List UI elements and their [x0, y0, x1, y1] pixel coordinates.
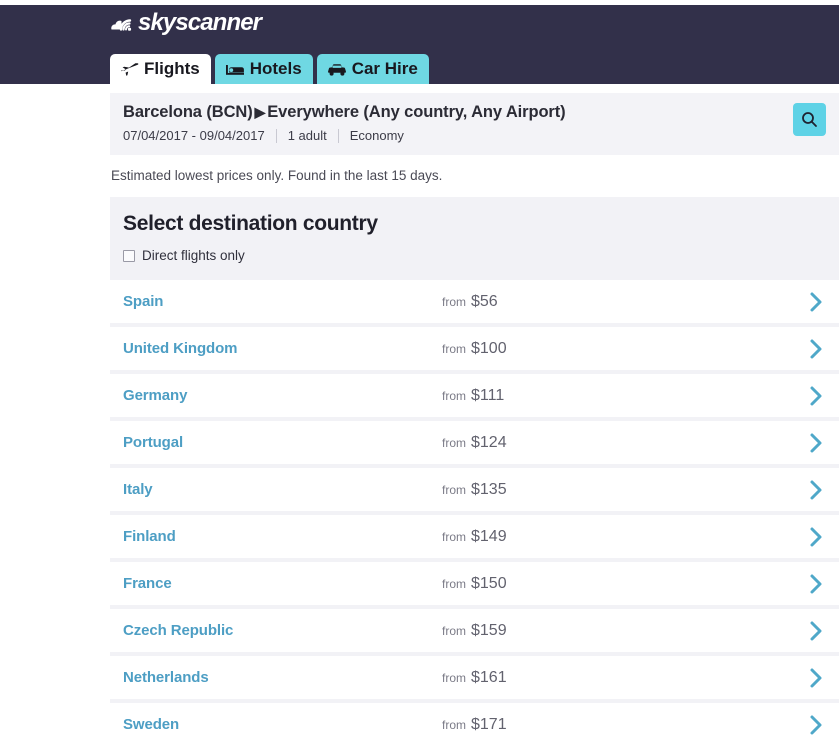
main-nav-tabs: Flights Hotels Car Hire: [110, 54, 429, 84]
price-amount: $159: [471, 621, 507, 639]
destination-row[interactable]: United Kingdom from $100: [110, 327, 839, 370]
destination-row[interactable]: Sweden from $171: [110, 703, 839, 742]
price-disclaimer: Estimated lowest prices only. Found in t…: [111, 168, 443, 183]
destination-results-list: Spain from $56 United Kingdom from $100 German…: [110, 276, 839, 742]
chevron-right-icon[interactable]: [809, 526, 823, 548]
chevron-right-icon[interactable]: [809, 479, 823, 501]
destination-country-link[interactable]: Portugal: [123, 434, 183, 451]
destination-country-panel: Select destination country Direct flight…: [110, 197, 839, 742]
destination-row[interactable]: Germany from $111: [110, 374, 839, 417]
chevron-right-icon[interactable]: [809, 385, 823, 407]
destination-country-link[interactable]: Finland: [123, 528, 176, 545]
tab-car-hire[interactable]: Car Hire: [316, 54, 429, 84]
chevron-right-icon[interactable]: [809, 573, 823, 595]
price-prefix-label: from: [442, 294, 466, 309]
destination-price: from $56: [442, 293, 498, 311]
panel-header: Select destination country Direct flight…: [110, 197, 839, 276]
price-amount: $135: [471, 480, 507, 498]
destination-price: from $150: [442, 575, 507, 593]
route-summary: Barcelona (BCN) ▶ Everywhere (Any country,…: [123, 103, 825, 122]
chevron-right-icon[interactable]: [809, 620, 823, 642]
panel-title: Select destination country: [123, 212, 378, 235]
destination-price: from $171: [442, 716, 507, 734]
tab-flights[interactable]: Flights: [110, 54, 211, 84]
logo-wordmark: skyscanner: [138, 9, 262, 36]
price-prefix-label: from: [442, 623, 466, 638]
meta-divider: [337, 128, 339, 143]
price-prefix-label: from: [442, 529, 466, 544]
chevron-right-icon[interactable]: [809, 338, 823, 360]
price-prefix-label: from: [442, 482, 466, 497]
tab-flights-label: Flights: [144, 59, 200, 78]
destination-price: from $159: [442, 622, 507, 640]
destination-price: from $161: [442, 669, 507, 687]
price-prefix-label: from: [442, 435, 466, 450]
chevron-right-icon[interactable]: [809, 667, 823, 689]
destination-row[interactable]: Portugal from $124: [110, 421, 839, 464]
destination-price: from $124: [442, 434, 507, 452]
price-prefix-label: from: [442, 388, 466, 403]
meta-divider: [275, 128, 277, 143]
skyscanner-cloud-wifi-icon: [111, 19, 132, 31]
tab-hotels-label: Hotels: [249, 59, 302, 78]
destination-row[interactable]: Finland from $149: [110, 515, 839, 558]
trip-dates: 07/04/2017 - 09/04/2017: [123, 128, 265, 143]
skyscanner-flight-results-page: skyscanner Flights Hotels Car Hire Barce…: [0, 0, 839, 742]
destination-price: from $135: [442, 481, 507, 499]
route-arrow-icon: ▶: [254, 104, 266, 120]
price-amount: $171: [471, 715, 507, 733]
tab-hotels[interactable]: Hotels: [214, 54, 313, 84]
site-header: skyscanner Flights Hotels Car Hire: [0, 5, 839, 84]
tab-car-hire-label: Car Hire: [351, 59, 418, 78]
destination-country-link[interactable]: Spain: [123, 293, 163, 310]
chevron-right-icon[interactable]: [809, 291, 823, 313]
price-amount: $56: [471, 292, 498, 310]
bed-icon: [225, 62, 245, 77]
trip-meta: 07/04/2017 - 09/04/2017 1 adult Economy: [123, 128, 825, 143]
price-prefix-label: from: [442, 576, 466, 591]
chevron-right-icon[interactable]: [809, 432, 823, 454]
destination-country-link[interactable]: Germany: [123, 387, 187, 404]
price-amount: $111: [471, 386, 505, 404]
destination-label: Everywhere (Any country, Any Airport): [267, 103, 566, 121]
destination-country-link[interactable]: Sweden: [123, 716, 179, 733]
direct-flights-filter[interactable]: Direct flights only: [123, 248, 839, 263]
price-prefix-label: from: [442, 717, 466, 732]
destination-price: from $149: [442, 528, 507, 546]
destination-country-link[interactable]: France: [123, 575, 172, 592]
direct-flights-checkbox[interactable]: [123, 249, 135, 262]
car-icon: [327, 62, 347, 77]
chevron-right-icon[interactable]: [809, 714, 823, 736]
destination-row[interactable]: Spain from $56: [110, 280, 839, 323]
skyscanner-logo[interactable]: skyscanner: [110, 8, 262, 38]
search-button[interactable]: [793, 103, 826, 136]
destination-row[interactable]: Czech Republic from $159: [110, 609, 839, 652]
search-icon: [802, 112, 817, 127]
destination-row[interactable]: Netherlands from $161: [110, 656, 839, 699]
airplane-icon: [120, 61, 139, 78]
direct-flights-label: Direct flights only: [142, 248, 245, 263]
price-amount: $150: [471, 574, 507, 592]
price-prefix-label: from: [442, 670, 466, 685]
destination-country-link[interactable]: Czech Republic: [123, 622, 233, 639]
passenger-count: 1 adult: [287, 128, 327, 143]
destination-row[interactable]: Italy from $135: [110, 468, 839, 511]
destination-country-link[interactable]: Italy: [123, 481, 153, 498]
price-prefix-label: from: [442, 341, 466, 356]
destination-country-link[interactable]: Netherlands: [123, 669, 209, 686]
origin-label: Barcelona (BCN): [123, 103, 253, 121]
search-summary-bar[interactable]: Barcelona (BCN) ▶ Everywhere (Any country,…: [110, 93, 839, 155]
page-content: Barcelona (BCN) ▶ Everywhere (Any country,…: [0, 84, 839, 742]
price-amount: $149: [471, 527, 507, 545]
destination-price: from $111: [442, 387, 504, 405]
content-column: Barcelona (BCN) ▶ Everywhere (Any country,…: [110, 84, 839, 742]
price-amount: $100: [471, 339, 507, 357]
cabin-class: Economy: [349, 128, 404, 143]
price-amount: $124: [471, 433, 507, 451]
destination-row[interactable]: France from $150: [110, 562, 839, 605]
price-amount: $161: [471, 668, 507, 686]
destination-country-link[interactable]: United Kingdom: [123, 340, 238, 357]
destination-price: from $100: [442, 340, 507, 358]
